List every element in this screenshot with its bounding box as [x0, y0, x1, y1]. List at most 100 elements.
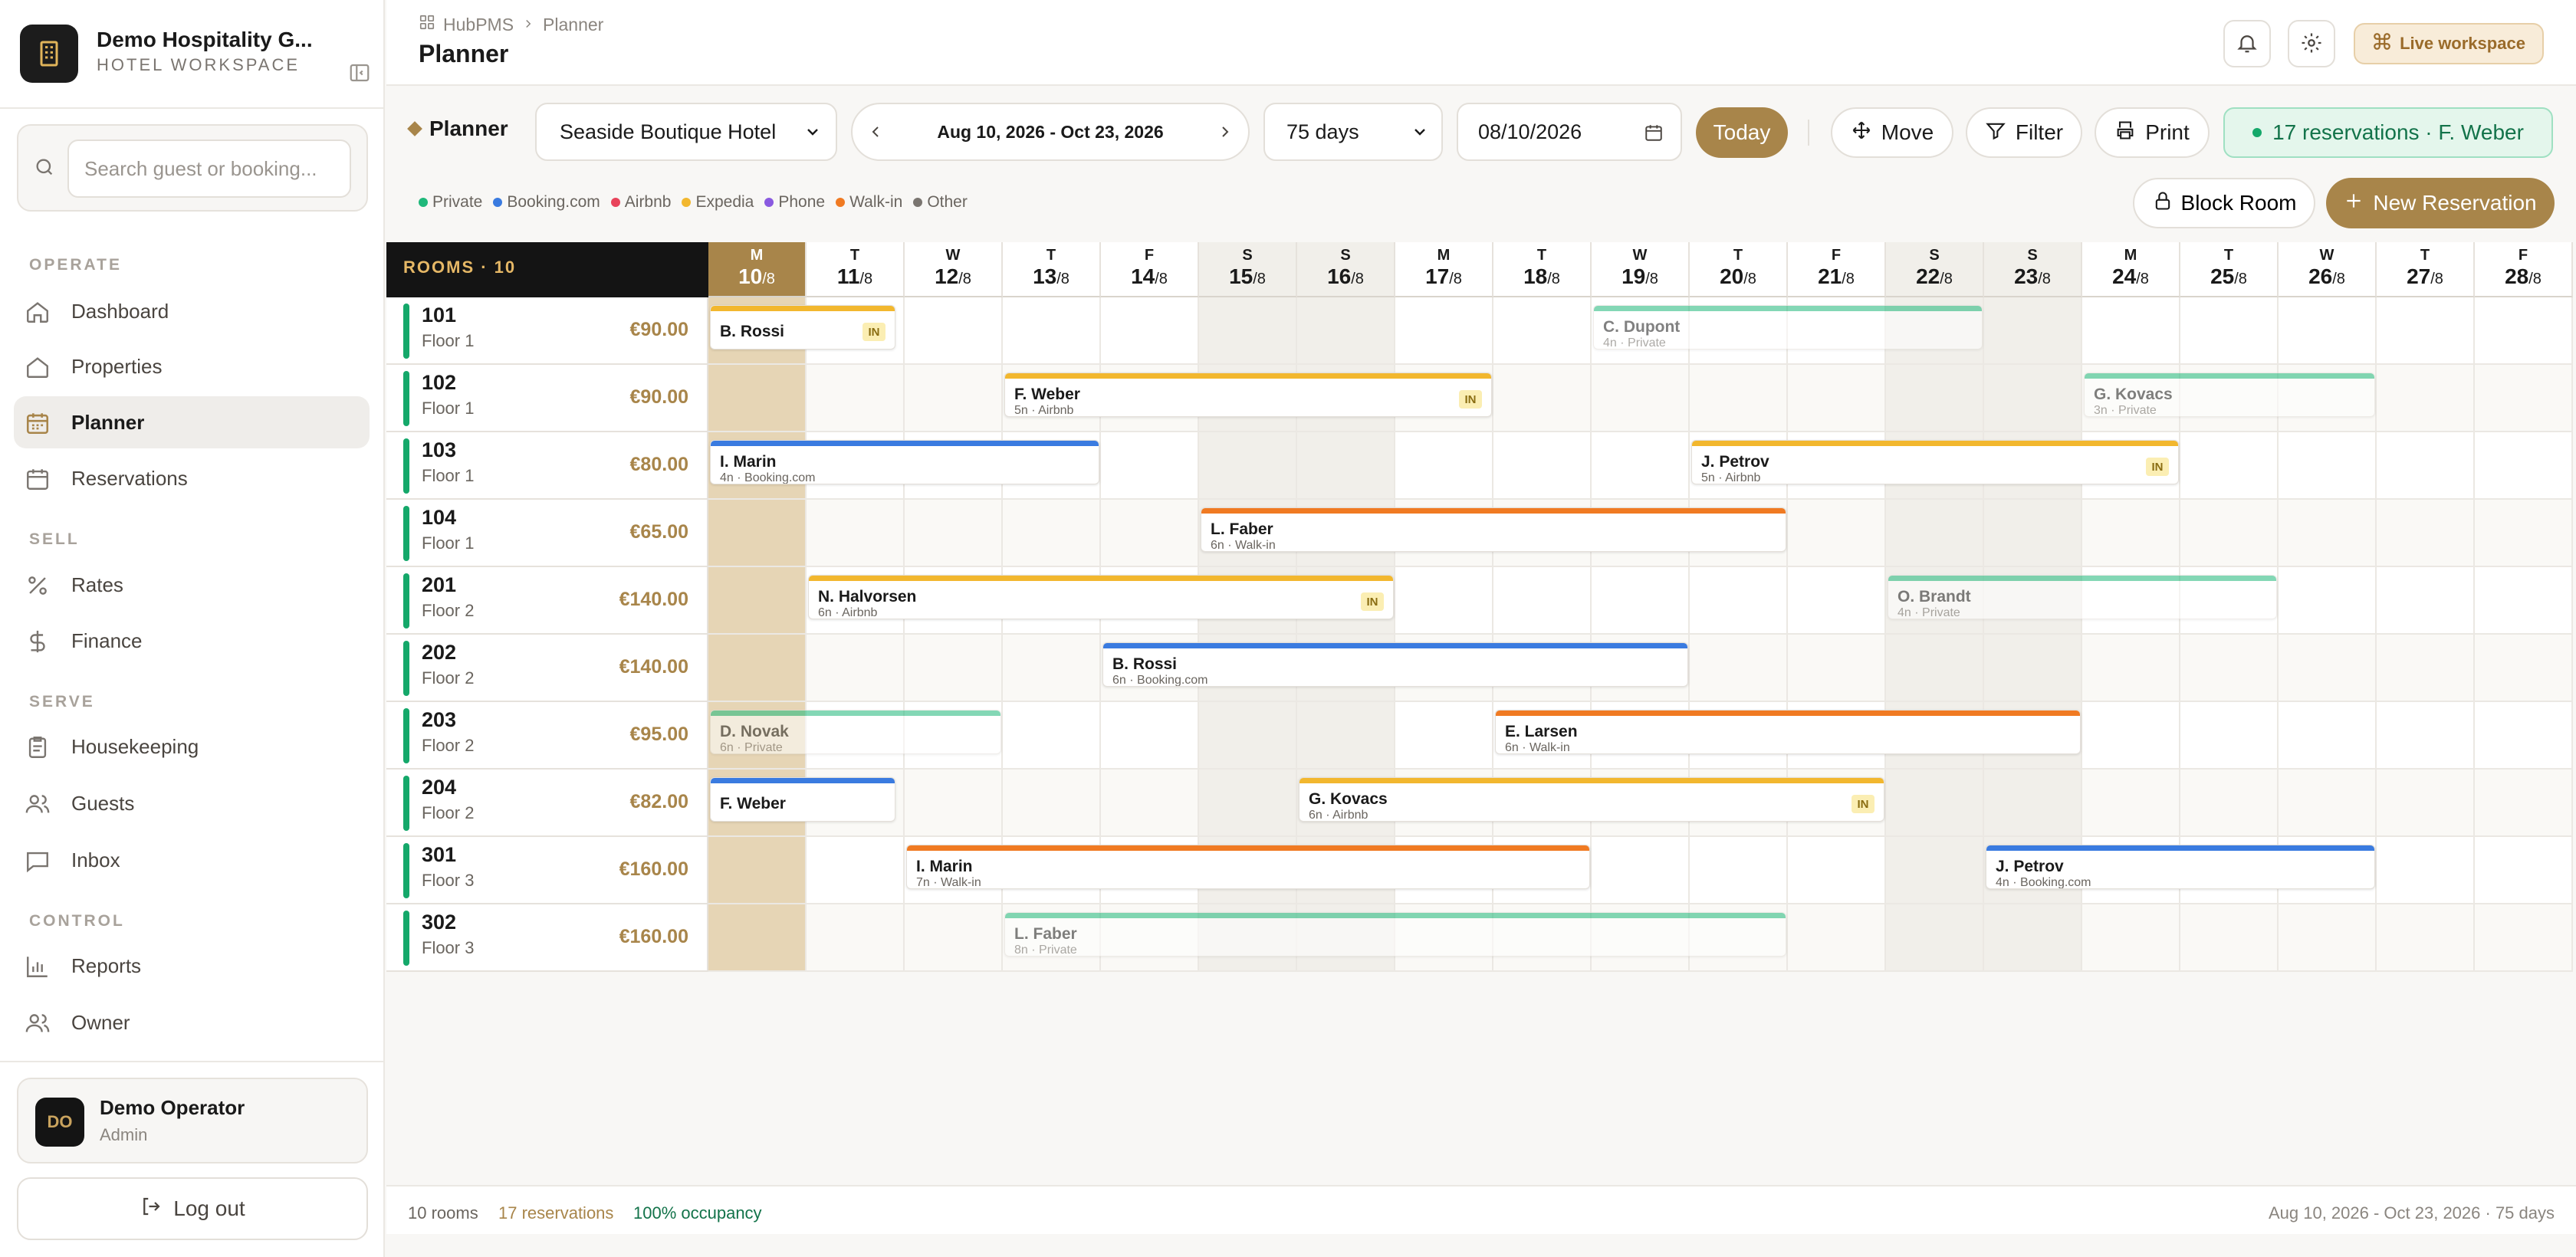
grid-cell[interactable] [1788, 567, 1886, 635]
room-row-label[interactable]: 103 Floor 1 €80.00 [386, 432, 708, 500]
grid-cell[interactable] [1003, 500, 1101, 567]
nav-item-properties[interactable]: Properties [14, 340, 370, 392]
move-button[interactable]: Move [1831, 107, 1953, 158]
grid-cell[interactable] [1788, 365, 1886, 432]
notifications-button[interactable] [2223, 20, 2271, 67]
grid-cell[interactable] [905, 635, 1003, 702]
grid-cell[interactable] [2377, 567, 2475, 635]
grid-cell[interactable] [2475, 432, 2573, 500]
grid-cell[interactable] [1788, 500, 1886, 567]
grid-cell[interactable] [905, 770, 1003, 837]
grid-cell[interactable] [1984, 297, 2082, 365]
room-row-label[interactable]: 201 Floor 2 €140.00 [386, 567, 708, 635]
grid-cell[interactable] [1690, 365, 1788, 432]
grid-cell[interactable] [2279, 635, 2377, 702]
nav-item-owner[interactable]: Owner [14, 996, 370, 1049]
grid-cell[interactable] [1101, 500, 1199, 567]
reservation-block[interactable]: G. Kovacs 3n · Private [2084, 373, 2375, 417]
grid-cell[interactable] [1592, 432, 1690, 500]
grid-cell[interactable] [807, 904, 905, 972]
grid-cell[interactable] [1493, 432, 1592, 500]
grid-cell[interactable] [2377, 635, 2475, 702]
grid-cell[interactable] [2475, 904, 2573, 972]
filter-button[interactable]: Filter [1966, 107, 2082, 158]
reservation-block[interactable]: F. Weber [710, 777, 895, 822]
grid-cell[interactable] [2279, 297, 2377, 365]
grid-cell[interactable] [2377, 837, 2475, 904]
grid-cell[interactable] [1984, 904, 2082, 972]
grid-cell[interactable] [2377, 365, 2475, 432]
grid-cell[interactable] [1788, 635, 1886, 702]
grid-cell[interactable] [1886, 904, 1984, 972]
grid-cell[interactable] [905, 500, 1003, 567]
grid-cell[interactable] [1690, 567, 1788, 635]
grid-cell[interactable] [708, 837, 807, 904]
grid-cell[interactable] [2475, 365, 2573, 432]
reservation-block[interactable]: L. Faber 6n · Walk-in [1201, 507, 1786, 552]
grid-cell[interactable] [1395, 432, 1493, 500]
reservation-block[interactable]: B. Rossi 6n · Booking.com [1102, 642, 1688, 687]
grid-cell[interactable] [1984, 365, 2082, 432]
grid-cell[interactable] [1101, 297, 1199, 365]
grid-cell[interactable] [2279, 702, 2377, 770]
reservation-block[interactable]: G. Kovacs 6n · Airbnb IN [1299, 777, 1884, 822]
grid-cell[interactable] [2377, 702, 2475, 770]
grid-cell[interactable] [1101, 432, 1199, 500]
reservation-block[interactable]: D. Novak 6n · Private [710, 710, 1001, 754]
grid-cell[interactable] [2475, 702, 2573, 770]
calendar-icon[interactable] [1644, 123, 1664, 148]
grid-cell[interactable] [2180, 432, 2279, 500]
collapse-sidebar-icon[interactable] [348, 61, 371, 84]
grid-cell[interactable] [1003, 635, 1101, 702]
reservation-block[interactable]: L. Faber 8n · Private [1004, 912, 1786, 957]
settings-button[interactable] [2288, 20, 2335, 67]
nav-item-reports[interactable]: Reports [14, 940, 370, 992]
grid-cell[interactable] [2475, 567, 2573, 635]
grid-cell[interactable] [2082, 500, 2180, 567]
breadcrumb-root[interactable]: HubPMS [443, 15, 514, 35]
room-row-label[interactable]: 202 Floor 2 €140.00 [386, 635, 708, 702]
grid-cell[interactable] [1003, 702, 1101, 770]
room-row-label[interactable]: 204 Floor 2 €82.00 [386, 770, 708, 837]
grid-cell[interactable] [1592, 567, 1690, 635]
reservation-block[interactable]: E. Larsen 6n · Walk-in [1495, 710, 2081, 754]
grid-cell[interactable] [708, 904, 807, 972]
grid-cell[interactable] [1297, 432, 1395, 500]
grid-cell[interactable] [1395, 297, 1493, 365]
grid-cell[interactable] [2279, 567, 2377, 635]
grid-cell[interactable] [1199, 432, 1297, 500]
grid-cell[interactable] [708, 567, 807, 635]
date-input[interactable]: 08/10/2026 [1457, 103, 1682, 161]
grid-cell[interactable] [1592, 837, 1690, 904]
grid-cell[interactable] [905, 365, 1003, 432]
reservation-block[interactable]: B. Rossi IN [710, 305, 895, 350]
grid-cell[interactable] [2082, 904, 2180, 972]
grid-cell[interactable] [1101, 702, 1199, 770]
grid-cell[interactable] [1297, 702, 1395, 770]
grid-cell[interactable] [1886, 500, 1984, 567]
grid-cell[interactable] [2377, 297, 2475, 365]
nav-item-finance[interactable]: Finance [14, 615, 370, 667]
grid-cell[interactable] [905, 297, 1003, 365]
block-room-button[interactable]: Block Room [2133, 178, 2315, 228]
user-card[interactable]: DO Demo Operator Admin [17, 1078, 368, 1163]
search-input[interactable] [67, 139, 351, 198]
grid-cell[interactable] [1395, 702, 1493, 770]
reservation-block[interactable]: F. Weber 5n · Airbnb IN [1004, 373, 1492, 417]
grid-cell[interactable] [2180, 297, 2279, 365]
next-range-button[interactable] [1216, 123, 1234, 146]
reservation-block[interactable]: O. Brandt 4n · Private [1888, 575, 2277, 619]
grid-cell[interactable] [2475, 837, 2573, 904]
nav-item-dashboard[interactable]: Dashboard [14, 285, 370, 337]
grid-cell[interactable] [1984, 500, 2082, 567]
grid-cell[interactable] [1886, 837, 1984, 904]
grid-cell[interactable] [1493, 297, 1592, 365]
room-row-label[interactable]: 104 Floor 1 €65.00 [386, 500, 708, 567]
grid-cell[interactable] [2279, 904, 2377, 972]
grid-cell[interactable] [1199, 702, 1297, 770]
grid-cell[interactable] [1788, 904, 1886, 972]
room-row-label[interactable]: 302 Floor 3 €160.00 [386, 904, 708, 972]
nav-item-inbox[interactable]: Inbox [14, 834, 370, 886]
grid-cell[interactable] [1199, 770, 1297, 837]
grid-cell[interactable] [2082, 297, 2180, 365]
